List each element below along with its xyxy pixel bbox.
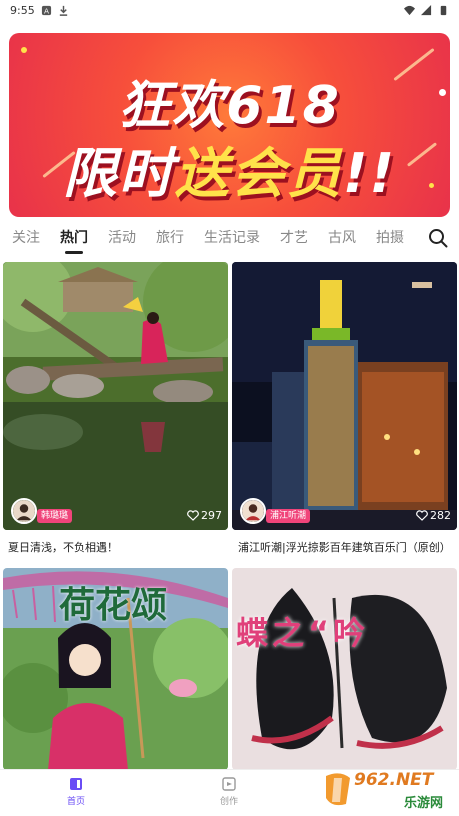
- nav-home[interactable]: 首页: [46, 776, 106, 807]
- watermark-logo: 962.NET 乐游网: [320, 768, 456, 812]
- banner-subheadline: 限时送会员!!: [62, 142, 397, 205]
- heart-icon: [416, 510, 428, 521]
- author-avatar[interactable]: [11, 498, 37, 524]
- promo-banner[interactable]: 狂欢618 限时送会员!!: [9, 33, 450, 217]
- watermark-sub: 乐游网: [404, 796, 444, 811]
- post-card[interactable]: 蝶之“吟: [232, 568, 457, 770]
- svg-text:A: A: [44, 6, 49, 15]
- wifi-icon: [404, 5, 415, 15]
- tab-talent[interactable]: 才艺: [280, 222, 308, 254]
- tab-travel[interactable]: 旅行: [156, 222, 184, 254]
- tab-hot[interactable]: 热门: [60, 222, 88, 254]
- like-count[interactable]: 282: [416, 509, 451, 522]
- category-tabs: 关注 热门 活动 旅行 生活记录 才艺 古风 拍摄: [0, 222, 459, 254]
- status-time: 9:55: [10, 3, 35, 17]
- notification-icon: A: [41, 5, 51, 15]
- tab-activity[interactable]: 活动: [108, 222, 136, 254]
- post-title[interactable]: 夏日清浅，不负相遇！: [8, 539, 228, 555]
- status-bar: 9:55 A: [0, 0, 459, 20]
- post-card[interactable]: 荷花颂: [3, 568, 228, 770]
- search-icon[interactable]: [427, 227, 449, 249]
- post-overlay-text: 荷花颂: [59, 584, 168, 626]
- heart-icon: [187, 510, 199, 521]
- tabs-fade: [399, 222, 423, 254]
- post-overlay-text: 蝶之“吟: [236, 614, 370, 652]
- author-avatar[interactable]: [240, 498, 266, 524]
- author-name-tag[interactable]: 浦江听潮: [266, 509, 311, 523]
- post-image: [232, 568, 457, 770]
- battery-icon: [440, 5, 447, 15]
- post-image: [3, 262, 228, 530]
- download-icon: [59, 5, 67, 16]
- post-image: [232, 262, 457, 530]
- tab-follow[interactable]: 关注: [12, 222, 40, 254]
- post-card[interactable]: 浦江听潮 282: [232, 262, 457, 530]
- app-screen: { "status_bar": { "time": "9:55" }, "ban…: [0, 0, 459, 816]
- home-icon: [70, 778, 82, 790]
- post-card[interactable]: 韩璐璐 297: [3, 262, 228, 530]
- post-title[interactable]: 浦江听潮|浮光掠影百年建筑百乐门（原创）: [238, 539, 456, 555]
- create-icon: [222, 777, 236, 791]
- author-name-tag[interactable]: 韩璐璐: [37, 509, 73, 523]
- nav-create[interactable]: 创作: [199, 776, 259, 807]
- decor-dot: [21, 47, 27, 53]
- watermark-brand: 962.NET: [354, 770, 434, 790]
- tab-ancient-style[interactable]: 古风: [328, 222, 356, 254]
- tab-life-record[interactable]: 生活记录: [204, 222, 260, 254]
- signal-icon: [421, 4, 432, 15]
- like-count[interactable]: 297: [187, 509, 222, 522]
- banner-headline: 狂欢618: [118, 76, 341, 136]
